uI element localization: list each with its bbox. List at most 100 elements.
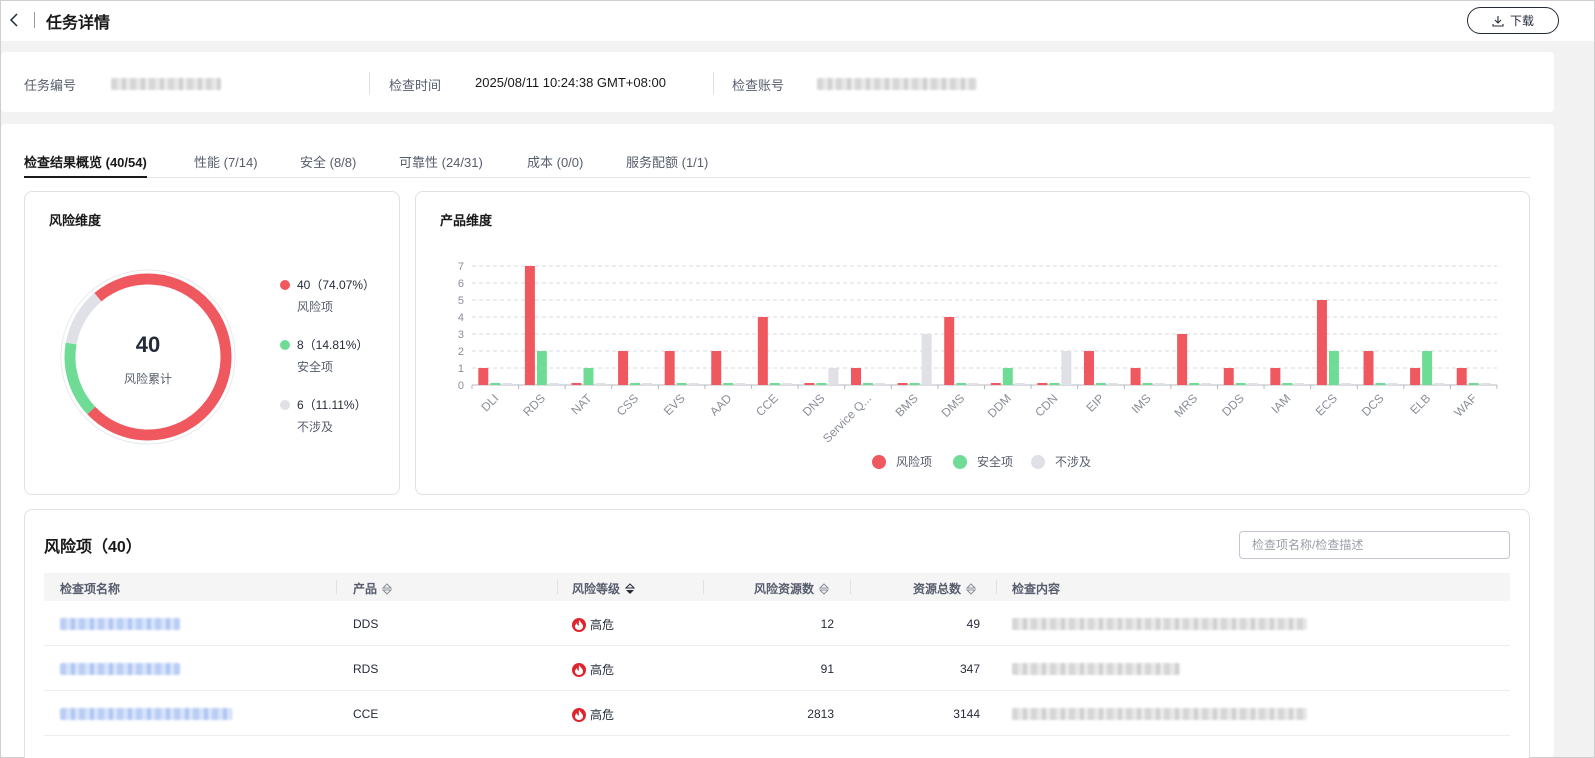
- sort-icon[interactable]: [966, 582, 977, 595]
- bar-dds-1[interactable]: [1235, 383, 1246, 385]
- chart-legend-label[interactable]: 不涉及: [1055, 455, 1091, 469]
- bar-serviceq-2[interactable]: [875, 383, 886, 385]
- tab-overview[interactable]: 检查结果概览 (40/54): [24, 152, 147, 178]
- bar-cce-1[interactable]: [769, 383, 780, 385]
- bar-cce-0[interactable]: [757, 317, 768, 385]
- bar-bms-2[interactable]: [921, 334, 932, 385]
- bar-elb-0[interactable]: [1410, 368, 1421, 385]
- bar-ecs-0[interactable]: [1316, 300, 1327, 385]
- bar-eip-2[interactable]: [1107, 383, 1118, 385]
- bar-waf-2[interactable]: [1480, 383, 1491, 385]
- high-risk-icon: [572, 662, 586, 677]
- bar-cdn-2[interactable]: [1061, 351, 1072, 385]
- bar-dli-2[interactable]: [502, 383, 513, 385]
- sort-icon[interactable]: [382, 582, 393, 595]
- bar-iam-2[interactable]: [1294, 383, 1305, 385]
- high-risk-icon: [572, 617, 586, 632]
- bar-dli-0[interactable]: [478, 368, 489, 385]
- bar-evs-0[interactable]: [664, 351, 675, 385]
- bar-ims-2[interactable]: [1154, 383, 1165, 385]
- risk-search-input[interactable]: [1239, 531, 1510, 559]
- bar-dns-2[interactable]: [828, 368, 839, 385]
- bar-cdn-1[interactable]: [1049, 383, 1060, 385]
- bar-aad-0[interactable]: [711, 351, 722, 385]
- bar-eip-0[interactable]: [1083, 351, 1094, 385]
- bar-dcs-1[interactable]: [1375, 383, 1386, 385]
- bar-ims-0[interactable]: [1130, 368, 1141, 385]
- bar-eip-1[interactable]: [1095, 383, 1106, 385]
- cell-risk-resources: 2813: [807, 707, 834, 721]
- bar-waf-0[interactable]: [1456, 368, 1467, 385]
- sort-icon[interactable]: [819, 582, 830, 595]
- x-tick-label: MRS: [1172, 391, 1201, 420]
- bar-mrs-1[interactable]: [1189, 383, 1200, 385]
- bar-bms-0[interactable]: [897, 383, 908, 385]
- bar-mrs-0[interactable]: [1177, 334, 1188, 385]
- bar-dms-0[interactable]: [944, 317, 955, 385]
- x-tick-label: WAF: [1451, 391, 1479, 419]
- bar-dcs-2[interactable]: [1387, 383, 1398, 385]
- bar-ims-1[interactable]: [1142, 383, 1153, 385]
- bar-iam-1[interactable]: [1282, 383, 1293, 385]
- check-item-name-link-redacted[interactable]: [60, 663, 180, 675]
- sort-desc-icon[interactable]: [625, 582, 636, 595]
- chart-legend-label[interactable]: 安全项: [977, 454, 1013, 469]
- tab-cost[interactable]: 成本 (0/0): [527, 152, 583, 178]
- bar-evs-1[interactable]: [676, 383, 687, 385]
- bar-ecs-2[interactable]: [1340, 383, 1351, 385]
- tab-performance[interactable]: 性能 (7/14): [194, 152, 258, 178]
- bar-elb-2[interactable]: [1434, 383, 1445, 385]
- bar-css-1[interactable]: [630, 383, 641, 385]
- bar-mrs-2[interactable]: [1201, 383, 1212, 385]
- col-risk-level[interactable]: 风险等级: [572, 580, 636, 597]
- bar-rds-1[interactable]: [536, 351, 547, 385]
- bar-dns-0[interactable]: [804, 383, 815, 385]
- bar-elb-1[interactable]: [1422, 351, 1433, 385]
- tab-security[interactable]: 安全 (8/8): [300, 152, 356, 178]
- download-button[interactable]: 下载: [1467, 7, 1559, 34]
- bar-serviceq-1[interactable]: [863, 383, 874, 385]
- col-risk-resources[interactable]: 风险资源数: [754, 580, 830, 597]
- bar-ddm-0[interactable]: [990, 383, 1001, 385]
- bar-aad-2[interactable]: [735, 383, 746, 385]
- bar-dcs-0[interactable]: [1363, 351, 1374, 385]
- check-item-name-link-redacted[interactable]: [60, 708, 232, 720]
- legend-safe-value: 8（14.81%）: [297, 338, 369, 352]
- bar-iam-0[interactable]: [1270, 368, 1281, 385]
- bar-nat-2[interactable]: [595, 383, 606, 385]
- info-divider: [369, 72, 370, 94]
- y-tick-label: 2: [458, 346, 464, 358]
- col-total-resources[interactable]: 资源总数: [913, 580, 977, 597]
- y-tick-label: 4: [458, 312, 464, 324]
- bar-nat-1[interactable]: [583, 368, 594, 385]
- bar-css-2[interactable]: [642, 383, 653, 385]
- chart-legend-label[interactable]: 风险项: [896, 454, 932, 469]
- bar-dms-1[interactable]: [956, 383, 967, 385]
- x-tick-label: CDN: [1032, 391, 1060, 419]
- bar-dns-1[interactable]: [816, 383, 827, 385]
- back-button[interactable]: [9, 11, 23, 31]
- bar-aad-1[interactable]: [723, 383, 734, 385]
- bar-rds-0[interactable]: [524, 266, 535, 385]
- bar-rds-2[interactable]: [548, 383, 559, 385]
- bar-bms-1[interactable]: [909, 383, 920, 385]
- check-item-name-link-redacted[interactable]: [60, 618, 180, 630]
- bar-cdn-0[interactable]: [1037, 383, 1048, 385]
- bar-dms-2[interactable]: [968, 383, 979, 385]
- bar-cce-2[interactable]: [781, 383, 792, 385]
- bar-ddm-2[interactable]: [1014, 383, 1025, 385]
- bar-ddm-1[interactable]: [1002, 368, 1013, 385]
- col-product[interactable]: 产品: [353, 580, 393, 597]
- donut-segment-na[interactable]: [65, 293, 102, 345]
- bar-serviceq-0[interactable]: [851, 368, 862, 385]
- bar-css-0[interactable]: [618, 351, 629, 385]
- bar-dds-2[interactable]: [1247, 383, 1258, 385]
- bar-evs-2[interactable]: [688, 383, 699, 385]
- bar-dli-1[interactable]: [490, 383, 501, 385]
- tab-reliability[interactable]: 可靠性 (24/31): [399, 152, 483, 178]
- bar-nat-0[interactable]: [571, 383, 582, 385]
- bar-waf-1[interactable]: [1468, 383, 1479, 385]
- bar-dds-0[interactable]: [1223, 368, 1234, 385]
- bar-ecs-1[interactable]: [1328, 351, 1339, 385]
- tab-service-quota[interactable]: 服务配额 (1/1): [626, 152, 708, 178]
